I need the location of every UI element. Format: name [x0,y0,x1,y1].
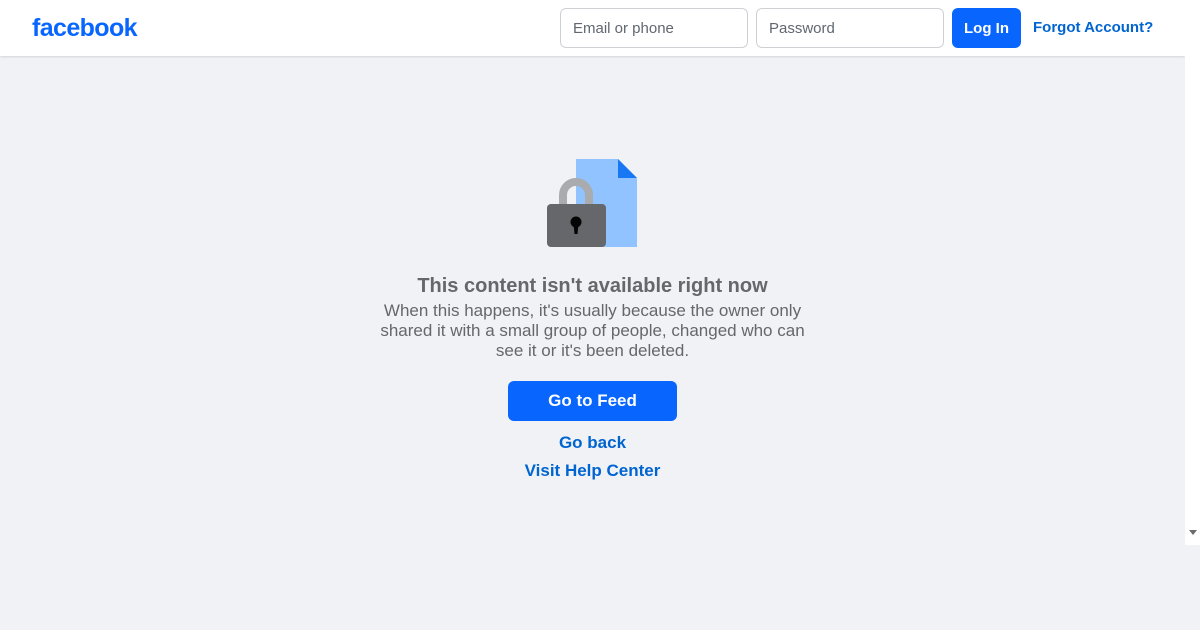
log-in-button[interactable]: Log In [952,8,1021,48]
vertical-scrollbar[interactable] [1185,0,1200,545]
top-navigation-bar: facebook Log In Forgot Account? [0,0,1185,56]
unavailable-description: When this happens, it's usually because … [380,301,805,360]
page: facebook Log In Forgot Account? This con… [0,0,1185,630]
scrollbar-gap [1185,545,1200,630]
unavailable-title: This content isn't available right now [417,275,768,297]
go-back-link[interactable]: Go back [400,433,785,453]
facebook-logo[interactable]: facebook [32,12,138,44]
password-input[interactable] [756,8,944,48]
email-or-phone-input[interactable] [560,8,748,48]
scroll-down-icon[interactable] [1189,530,1197,535]
visit-help-center-link[interactable]: Visit Help Center [400,461,785,481]
locked-document-icon [546,158,638,248]
go-to-feed-button[interactable]: Go to Feed [508,381,677,421]
forgot-account-link[interactable]: Forgot Account? [1033,18,1153,38]
